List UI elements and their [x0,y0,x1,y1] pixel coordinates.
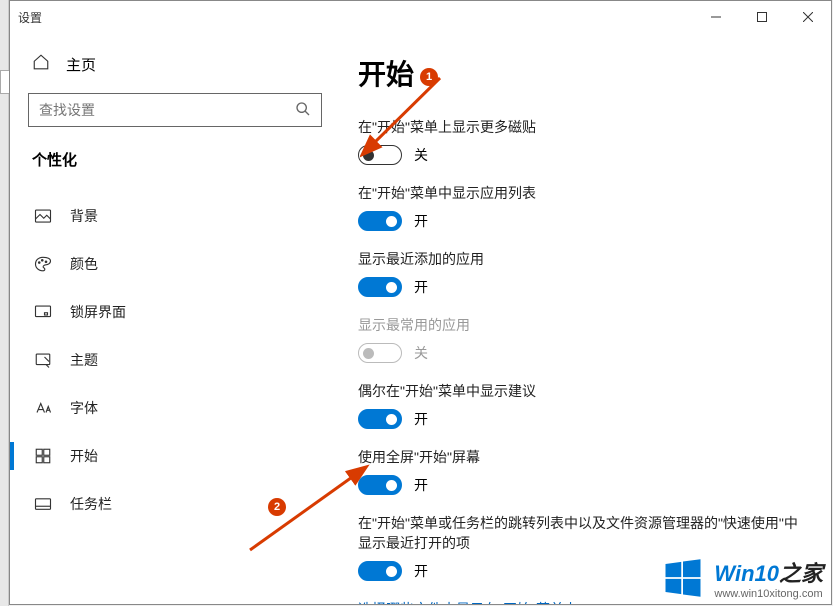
search-icon [295,101,311,120]
setting-label: 使用全屏"开始"屏幕 [358,447,801,467]
sidebar-item-label: 字体 [70,398,98,418]
page-title: 开始1 [358,53,801,93]
annotation-badge-2: 2 [268,498,286,516]
sidebar-item-colors[interactable]: 颜色 [28,240,322,288]
sidebar-item-label: 开始 [70,446,98,466]
toggle-state: 开 [414,277,428,297]
background-window-strip [0,0,9,606]
sidebar-item-label: 颜色 [70,254,98,274]
sidebar-item-label: 主题 [70,350,98,370]
toggle-jumplist-recent[interactable] [358,561,402,581]
toggle-fullscreen-start[interactable] [358,475,402,495]
picture-icon [34,207,52,225]
toggle-suggestions[interactable] [358,409,402,429]
windows-logo-icon [662,557,704,599]
font-icon [34,399,52,417]
theme-icon [34,351,52,369]
setting-label: 在"开始"菜单或任务栏的跳转列表中以及文件资源管理器的"快速使用"中显示最近打开… [358,513,801,553]
setting-more-tiles: 在"开始"菜单上显示更多磁贴 关 [358,117,801,165]
setting-label: 显示最近添加的应用 [358,249,801,269]
setting-label: 在"开始"菜单中显示应用列表 [358,183,801,203]
sidebar-item-fonts[interactable]: 字体 [28,384,322,432]
maximize-button[interactable] [739,1,785,33]
titlebar: 设置 [10,1,831,33]
setting-suggestions: 偶尔在"开始"菜单中显示建议 开 [358,381,801,429]
lockscreen-icon [34,303,52,321]
search-box[interactable] [28,93,322,127]
watermark-url: www.win10xitong.com [714,588,823,600]
setting-most-used: 显示最常用的应用 关 [358,315,801,363]
sidebar-item-label: 背景 [70,206,98,226]
toggle-state: 开 [414,475,428,495]
toggle-more-tiles[interactable] [358,145,402,165]
watermark-brand: Win10之家 [714,556,823,588]
minimize-button[interactable] [693,1,739,33]
home-label: 主页 [66,54,96,75]
sidebar-item-label: 锁屏界面 [70,302,126,322]
content-pane: 开始1 在"开始"菜单上显示更多磁贴 关 在"开始"菜单中显示应用列表 开 显示… [340,33,831,604]
sidebar-item-label: 任务栏 [70,494,112,514]
annotation-badge-1: 1 [420,68,438,86]
sidebar-item-start[interactable]: 开始 [28,432,322,480]
toggle-state: 关 [414,145,428,165]
sidebar-item-background[interactable]: 背景 [28,192,322,240]
watermark: Win10之家 www.win10xitong.com [662,556,823,600]
start-icon [34,447,52,465]
toggle-app-list[interactable] [358,211,402,231]
setting-fullscreen-start: 使用全屏"开始"屏幕 开 [358,447,801,495]
home-icon [32,53,50,75]
toggle-state: 开 [414,409,428,429]
close-button[interactable] [785,1,831,33]
home-nav[interactable]: 主页 [28,45,322,93]
window-title: 设置 [18,9,693,26]
setting-recently-added: 显示最近添加的应用 开 [358,249,801,297]
sidebar-item-themes[interactable]: 主题 [28,336,322,384]
toggle-state: 开 [414,211,428,231]
setting-label: 在"开始"菜单上显示更多磁贴 [358,117,801,137]
toggle-recently-added[interactable] [358,277,402,297]
setting-label: 显示最常用的应用 [358,315,801,335]
palette-icon [34,255,52,273]
section-title: 个性化 [28,149,322,170]
toggle-state: 关 [414,343,428,363]
sidebar-item-lockscreen[interactable]: 锁屏界面 [28,288,322,336]
toggle-state: 开 [414,561,428,581]
taskbar-icon [34,495,52,513]
setting-label: 偶尔在"开始"菜单中显示建议 [358,381,801,401]
sidebar: 主页 个性化 背景 颜色 锁屏界面 主题 [10,33,340,604]
settings-window: 设置 主页 个性化 背景 颜色 [9,0,832,605]
search-input[interactable] [39,102,295,118]
toggle-most-used [358,343,402,363]
setting-app-list: 在"开始"菜单中显示应用列表 开 [358,183,801,231]
